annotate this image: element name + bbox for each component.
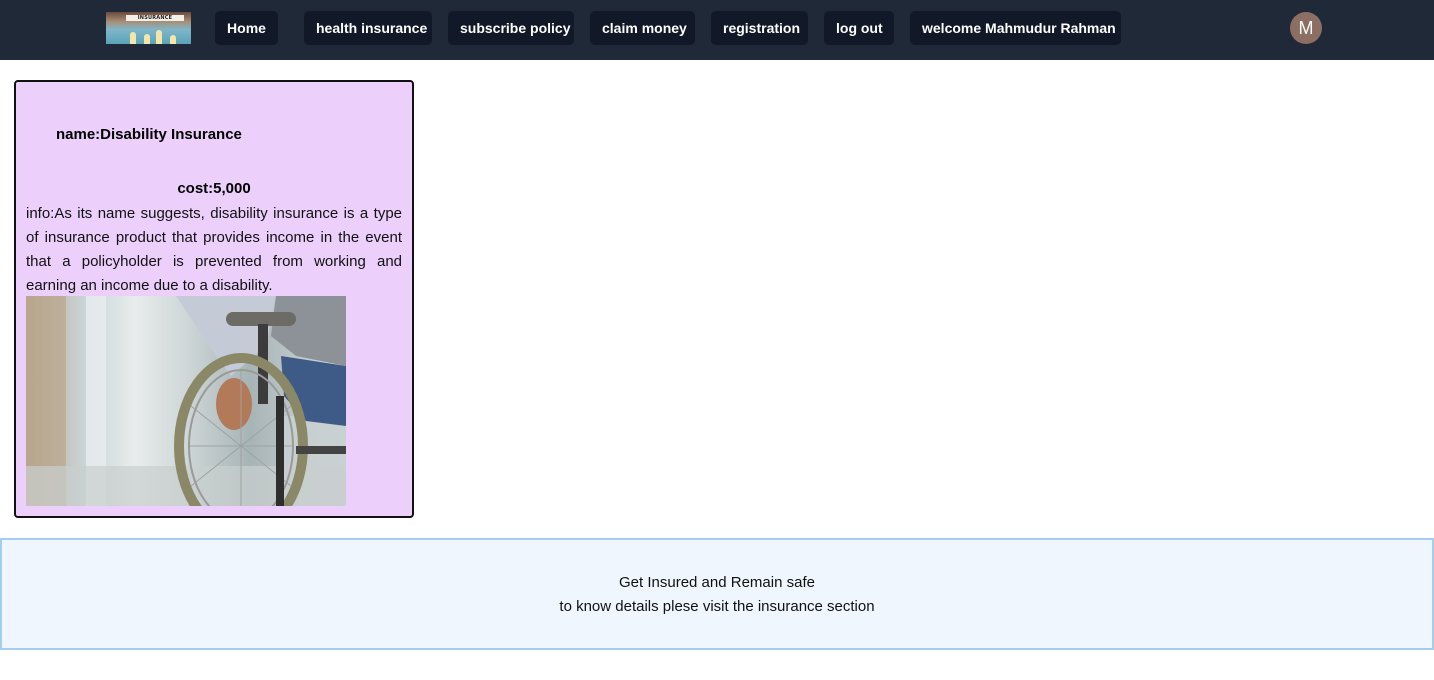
logo-figure [144,34,150,44]
nav-claim-money-button[interactable]: claim money [590,11,695,45]
site-footer: Get Insured and Remain safe to know deta… [0,538,1434,650]
site-logo[interactable]: INSURANCE [106,12,191,44]
user-avatar[interactable]: M [1290,12,1322,44]
policy-cost: cost:5,000 [177,180,251,197]
logo-figure [130,32,136,44]
footer-tagline: Get Insured and Remain safe [619,574,815,591]
policy-name: name:Disability Insurance [56,126,242,143]
nav-subscribe-policy-button[interactable]: subscribe policy [448,11,574,45]
wheelchair-photo [26,296,346,506]
nav-health-insurance-button[interactable]: health insurance [304,11,432,45]
insurance-policy-card: name:Disability Insurance cost:5,000 inf… [14,80,414,518]
nav-home-button[interactable]: Home [215,11,278,45]
policy-info: info:As its name suggests, disability in… [26,205,402,294]
nav-welcome-user-button[interactable]: welcome Mahmudur Rahman [910,11,1121,45]
logo-figure [170,35,176,44]
top-navbar: INSURANCE Home health insurance subscrib… [0,0,1434,60]
footer-details-text: to know details plese visit the insuranc… [559,598,875,615]
nav-logout-button[interactable]: log out [824,11,894,45]
nav-registration-button[interactable]: registration [711,11,808,45]
logo-figure [156,30,162,44]
logo-text: INSURANCE [126,15,184,21]
